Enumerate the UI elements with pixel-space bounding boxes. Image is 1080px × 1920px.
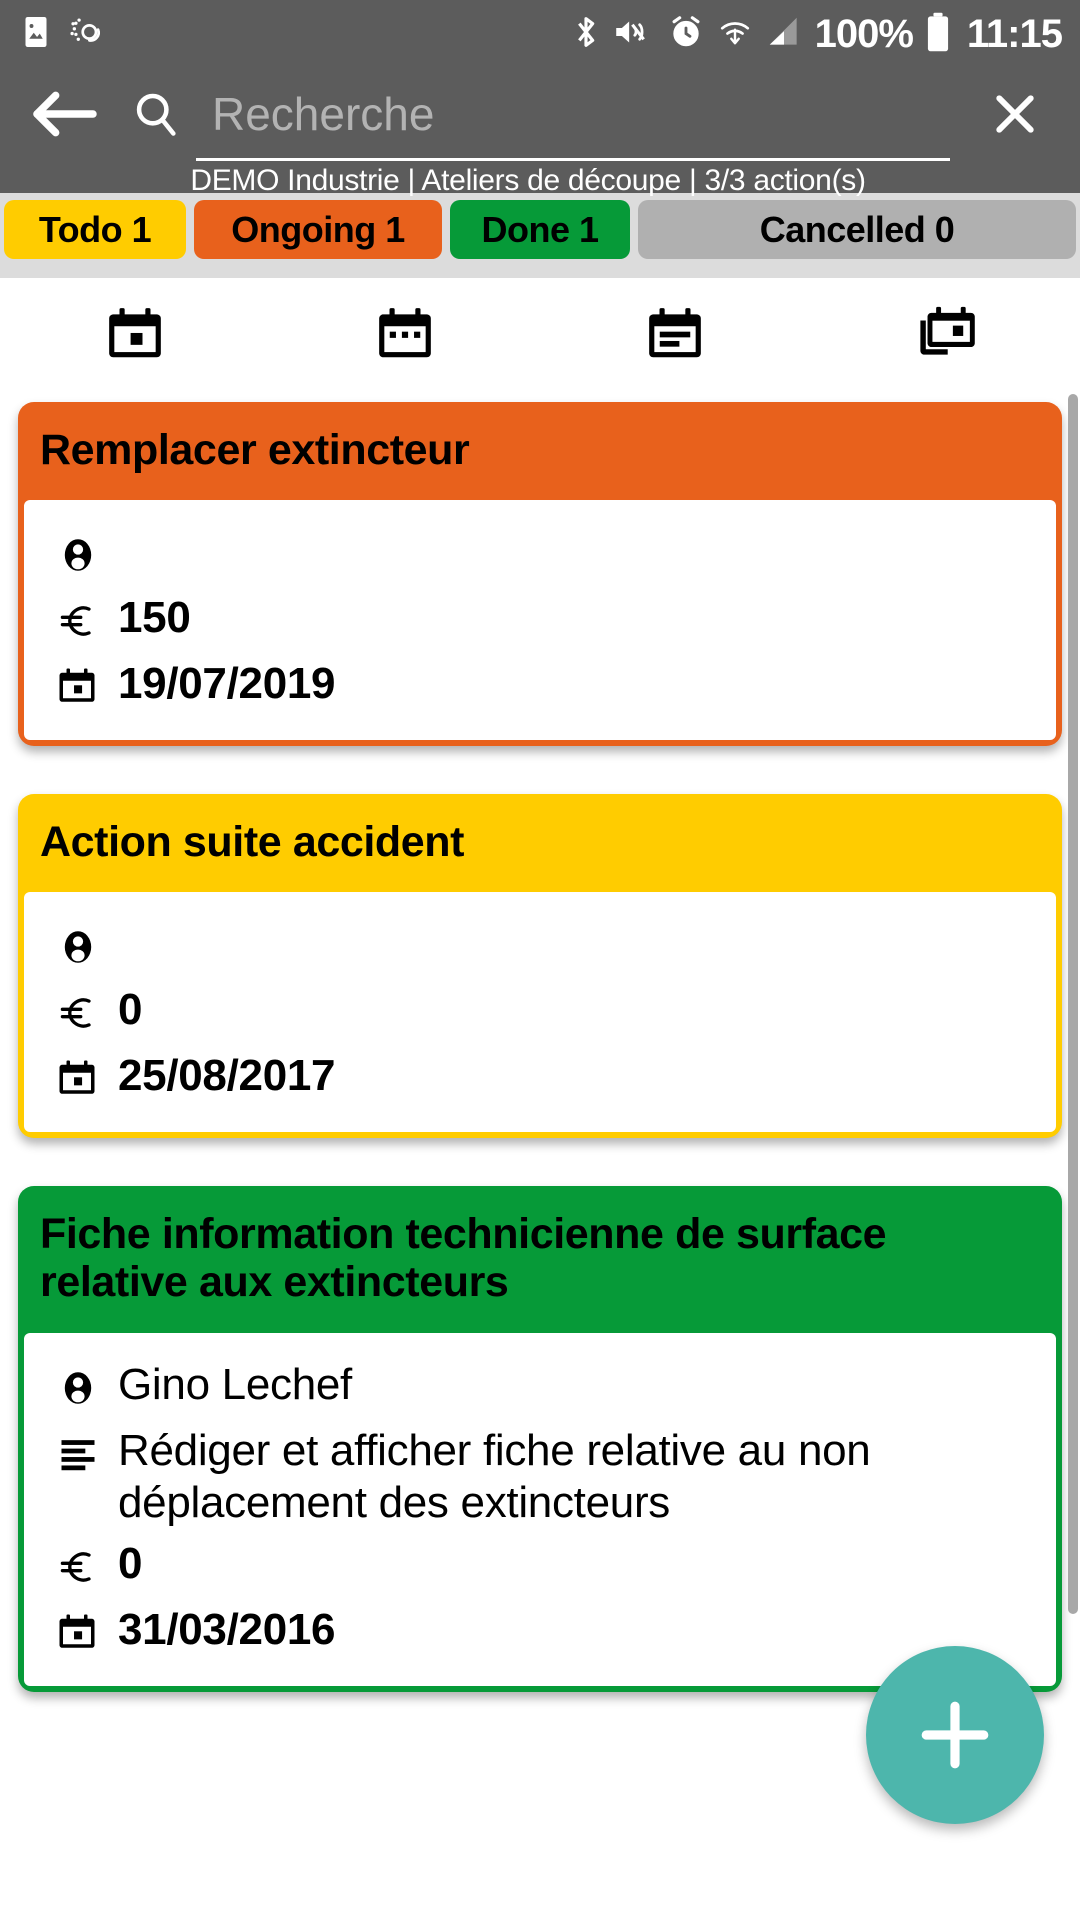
card-body: 0 25/08/2017 xyxy=(24,892,1056,1133)
description-value: Rédiger et afficher fiche relative au no… xyxy=(118,1425,871,1527)
cost-value: 0 xyxy=(118,985,143,1035)
mute-vibrate-icon xyxy=(613,12,655,57)
vertical-scrollbar[interactable] xyxy=(1068,394,1078,1614)
date-row: 31/03/2016 xyxy=(56,1604,1034,1660)
add-action-fab[interactable] xyxy=(866,1646,1044,1824)
calendar-week-view-button[interactable] xyxy=(270,303,540,365)
calendar-multi-view-button[interactable] xyxy=(810,302,1080,366)
description-row: Rédiger et afficher fiche relative au no… xyxy=(56,1425,1034,1529)
assignee-row xyxy=(56,526,1034,582)
search-input[interactable] xyxy=(212,87,952,141)
context-subtitle: DEMO Industrie | Ateliers de découpe | 3… xyxy=(190,164,866,197)
battery-icon xyxy=(925,10,951,59)
image-icon xyxy=(18,14,54,55)
calendar-agenda-view-button[interactable] xyxy=(540,303,810,365)
status-bar-right-icons: 100% 11:15 xyxy=(571,10,1063,59)
action-card[interactable]: Fiche information technicienne de surfac… xyxy=(18,1186,1062,1693)
calendar-icon xyxy=(56,658,102,708)
tab-todo-label: Todo 1 xyxy=(38,208,152,250)
card-header: Remplacer extincteur xyxy=(18,402,1062,500)
date-value: 31/03/2016 xyxy=(118,1605,336,1655)
cost-row: 150 xyxy=(56,592,1034,648)
cost-row: 0 xyxy=(56,984,1034,1040)
calendar-multi-view-icon xyxy=(920,306,975,355)
tab-ongoing-label: Ongoing 1 xyxy=(231,208,405,250)
wifi-icon xyxy=(717,13,753,56)
close-icon xyxy=(996,95,1034,133)
card-title: Remplacer extincteur xyxy=(40,426,470,474)
calendar-icon xyxy=(56,1050,102,1100)
tab-ongoing[interactable]: Ongoing 1 xyxy=(194,200,442,259)
android-status-bar: 100% 11:15 xyxy=(0,0,1080,68)
action-card-list: Remplacer extincteur 150 19/07/2019 Acti… xyxy=(0,390,1080,1920)
weather-sync-icon xyxy=(68,13,106,56)
card-title: Fiche information technicienne de surfac… xyxy=(40,1210,887,1307)
action-card[interactable]: Remplacer extincteur 150 19/07/2019 xyxy=(18,402,1062,747)
description-lines-icon xyxy=(56,1425,102,1475)
clear-search-button[interactable] xyxy=(980,87,1050,141)
search-app-bar: DEMO Industrie | Ateliers de découpe | 3… xyxy=(0,68,1080,197)
status-bar-left-icons xyxy=(18,13,106,56)
assignee-value: Gino Lechef xyxy=(118,1359,352,1409)
plus-icon xyxy=(921,1701,989,1769)
signal-icon xyxy=(765,13,803,56)
date-row: 25/08/2017 xyxy=(56,1050,1034,1106)
calendar-week-view-icon xyxy=(379,308,431,358)
battery-percentage: 100% xyxy=(814,12,914,56)
tab-done-label: Done 1 xyxy=(481,208,599,250)
back-button[interactable] xyxy=(30,86,100,142)
alarm-icon xyxy=(667,13,705,56)
person-icon xyxy=(56,526,102,578)
tab-todo[interactable]: Todo 1 xyxy=(4,200,186,259)
back-arrow-icon xyxy=(33,91,97,137)
calendar-agenda-view-icon xyxy=(649,308,701,358)
tab-cancelled-label: Cancelled 0 xyxy=(759,208,955,250)
card-title: Action suite accident xyxy=(40,818,465,867)
euro-icon xyxy=(56,984,102,1036)
cost-value: 150 xyxy=(118,593,191,643)
status-tab-bar: Todo 1 Ongoing 1 Done 1 Cancelled 0 xyxy=(0,193,1080,278)
assignee-row xyxy=(56,918,1034,974)
view-mode-bar xyxy=(0,278,1080,390)
person-icon xyxy=(56,1359,102,1411)
cost-value: 0 xyxy=(118,1539,143,1589)
search-icon xyxy=(128,88,184,140)
euro-icon xyxy=(56,592,102,644)
bluetooth-icon xyxy=(571,12,601,57)
date-value: 19/07/2019 xyxy=(118,659,336,709)
card-body: 150 19/07/2019 xyxy=(24,500,1056,741)
calendar-day-view-button[interactable] xyxy=(0,303,270,365)
tab-cancelled[interactable]: Cancelled 0 xyxy=(638,200,1076,259)
assignee-row: Gino Lechef xyxy=(56,1359,1034,1415)
card-body: Gino Lechef Rédiger et afficher fiche re… xyxy=(24,1332,1056,1687)
search-field[interactable] xyxy=(212,68,952,160)
tab-done[interactable]: Done 1 xyxy=(450,200,630,259)
card-header: Action suite accident xyxy=(18,794,1062,892)
date-value: 25/08/2017 xyxy=(118,1051,336,1101)
calendar-day-view-icon xyxy=(109,308,161,358)
cost-row: 0 xyxy=(56,1538,1034,1594)
euro-icon xyxy=(56,1538,102,1590)
person-icon xyxy=(56,918,102,970)
action-card[interactable]: Action suite accident 0 25/08/2017 xyxy=(18,794,1062,1139)
calendar-icon xyxy=(56,1604,102,1654)
date-row: 19/07/2019 xyxy=(56,658,1034,714)
card-header: Fiche information technicienne de surfac… xyxy=(18,1186,1062,1332)
clock: 11:15 xyxy=(966,12,1063,56)
